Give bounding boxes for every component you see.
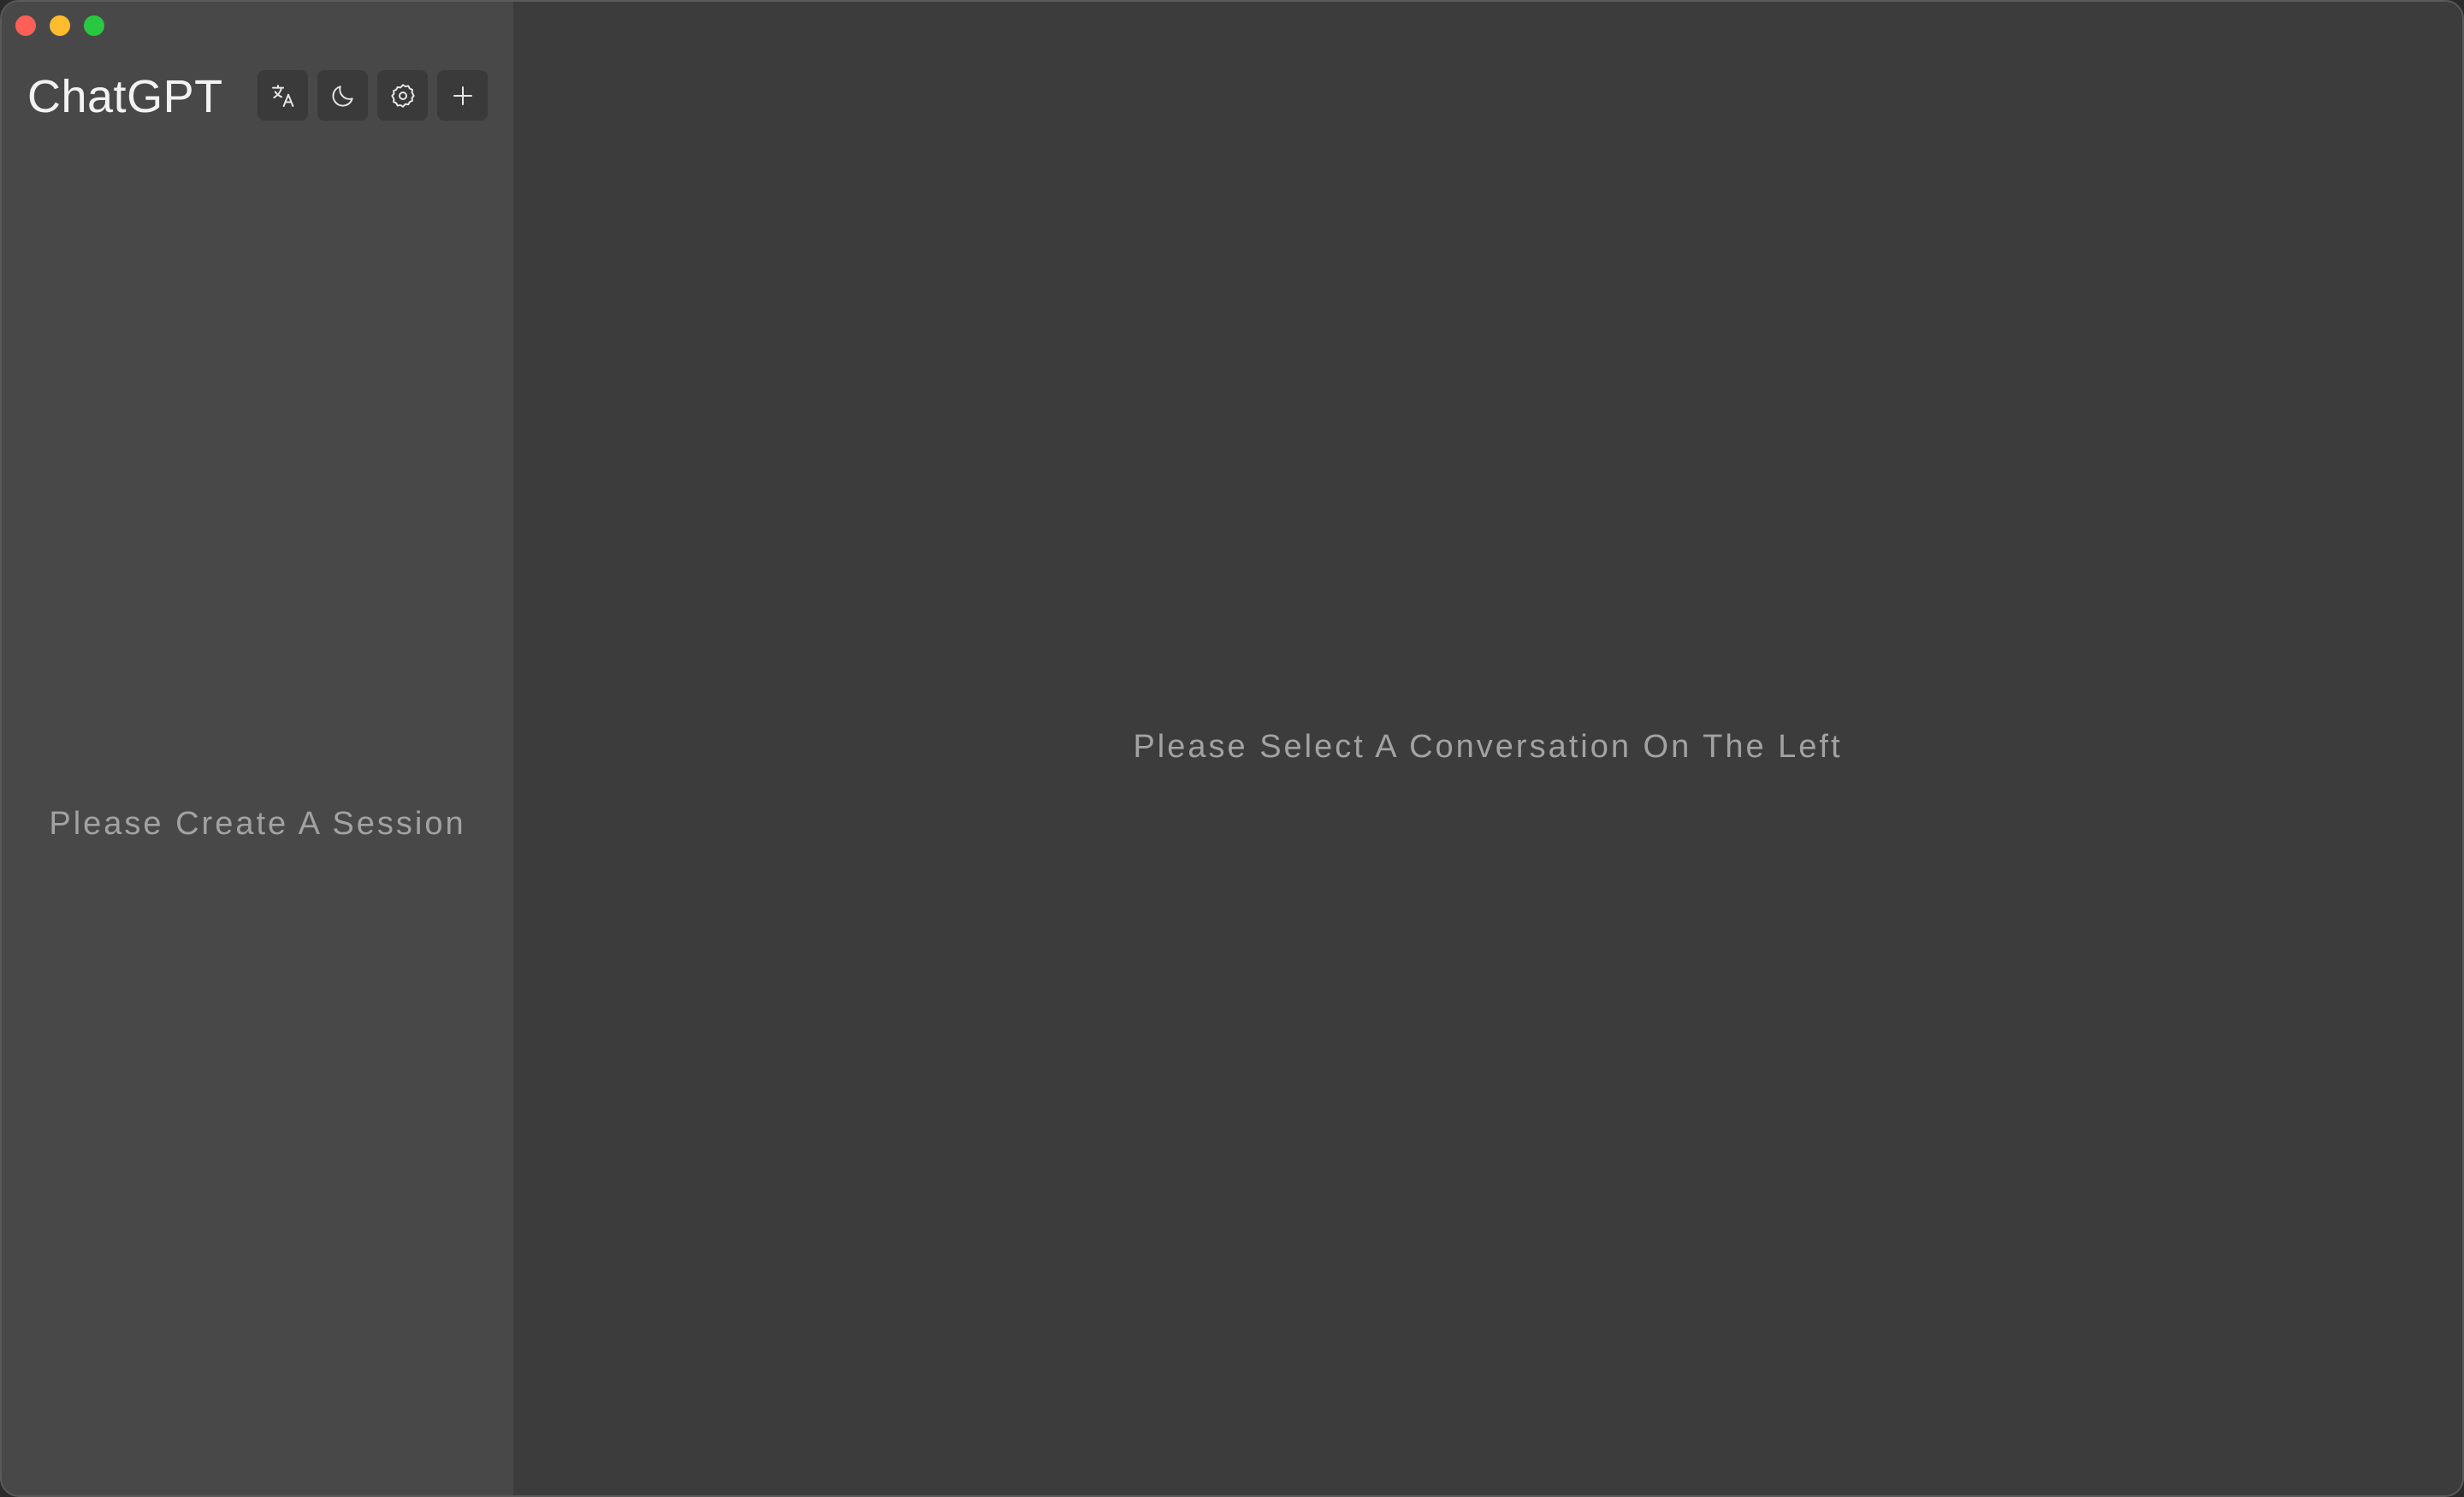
app-title: ChatGPT (27, 71, 223, 122)
sidebar: ChatGPT Please Create A Session (2, 2, 513, 1495)
gear-icon (389, 82, 417, 109)
translate-button[interactable] (258, 70, 308, 121)
app-window: ChatGPT Please Create A Session Please S… (0, 0, 2464, 1497)
settings-button[interactable] (377, 70, 428, 121)
translate-icon (270, 82, 297, 109)
window-controls (15, 15, 104, 36)
conversation-empty-message: Please Select A Conversation On The Left (1133, 729, 1843, 765)
sidebar-empty-message: Please Create A Session (49, 806, 466, 842)
close-window-button[interactable] (15, 15, 36, 36)
moon-icon (329, 82, 357, 109)
new-session-button[interactable] (437, 70, 488, 121)
plus-icon (450, 83, 476, 109)
maximize-window-button[interactable] (84, 15, 104, 36)
theme-toggle-button[interactable] (317, 70, 368, 121)
minimize-window-button[interactable] (50, 15, 70, 36)
conversation-panel: Please Select A Conversation On The Left (513, 2, 2462, 1495)
sidebar-toolbar (258, 70, 488, 121)
